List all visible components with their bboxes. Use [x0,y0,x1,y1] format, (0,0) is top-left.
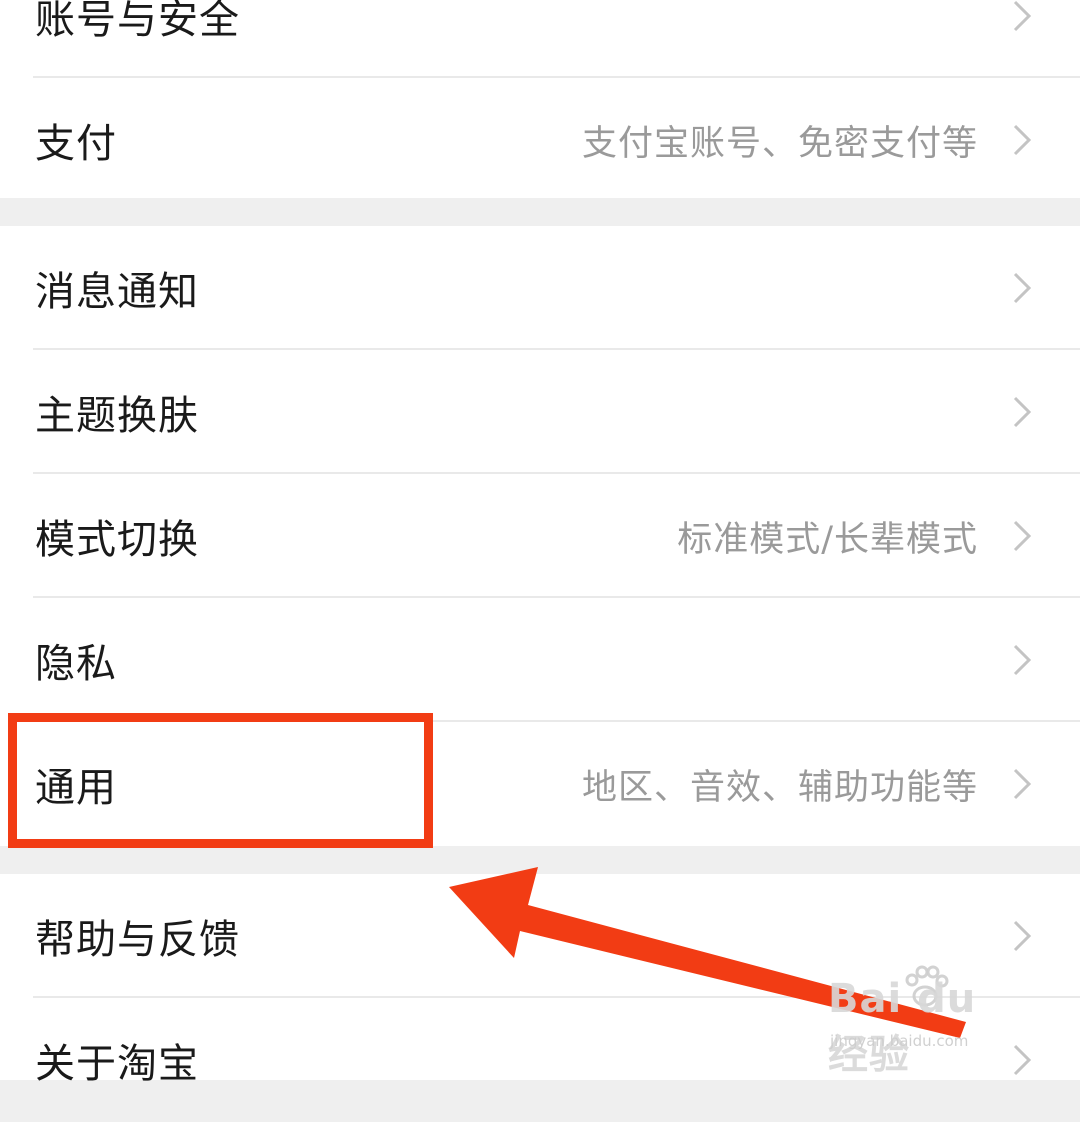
chevron-right-icon [1013,396,1032,428]
settings-row-theme[interactable]: 主题换肤 [0,350,1080,474]
highlight-box [8,713,433,848]
settings-row-label: 模式切换 [35,517,199,563]
settings-row-detail: 地区、音效、辅助功能等 [581,767,978,808]
chevron-right-icon [1013,644,1032,676]
settings-row-label: 隐私 [35,641,117,687]
chevron-right-icon [1013,768,1032,800]
settings-row-label: 账号与安全 [35,0,240,43]
chevron-right-icon [1013,920,1032,952]
chevron-right-icon [1013,272,1032,304]
settings-row-label: 关于淘宝 [35,1041,199,1087]
settings-row-label: 消息通知 [35,269,199,315]
settings-row-notifications[interactable]: 消息通知 [0,226,1080,350]
settings-row-detail: 支付宝账号、免密支付等 [581,123,978,164]
settings-row-mode-switch[interactable]: 模式切换 标准模式/长辈模式 [0,474,1080,598]
settings-group-account: 账号与安全 支付 支付宝账号、免密支付等 [0,0,1080,198]
settings-row-detail: 标准模式/长辈模式 [677,519,978,560]
chevron-right-icon [1013,124,1032,156]
watermark-url: jingyan.baidu.com [830,1032,969,1050]
settings-row-account-security[interactable]: 账号与安全 [0,0,1080,78]
settings-row-label: 帮助与反馈 [35,917,240,963]
chevron-right-icon [1013,520,1032,552]
settings-row-label: 支付 [35,121,117,167]
chevron-right-icon [1013,0,1032,32]
settings-row-payment[interactable]: 支付 支付宝账号、免密支付等 [0,78,1080,202]
settings-row-label: 主题换肤 [35,393,199,439]
baidu-jingyan-watermark: Bai du 经验 jingyan.baidu.com [828,962,1018,1078]
watermark-logo-text: Bai du 经验 [828,976,977,1078]
settings-row-privacy[interactable]: 隐私 [0,598,1080,722]
